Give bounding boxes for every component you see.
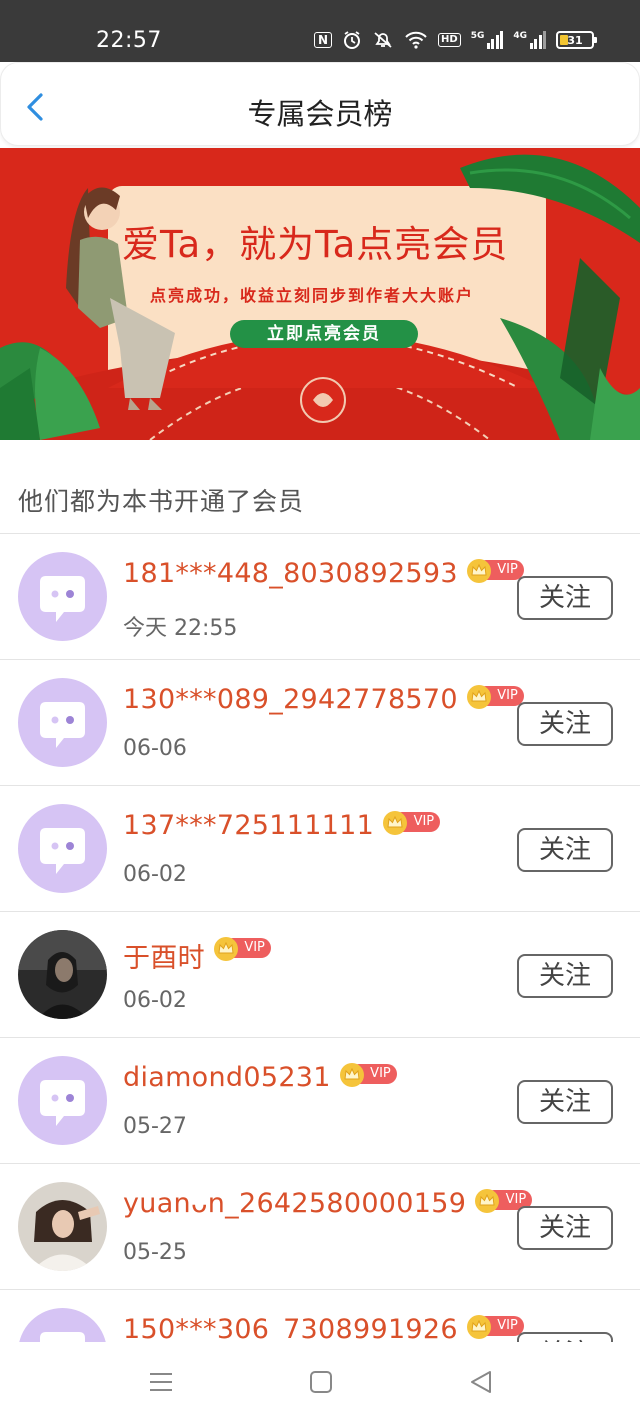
member-name-wrap: 137***725111111 VIP — [123, 810, 441, 841]
default-avatar-icon — [18, 1056, 107, 1145]
follow-button[interactable]: 关注 — [517, 1080, 613, 1124]
vip-badge: VIP — [466, 684, 524, 710]
status-bar: 22:57 N HD 5G 4G 31 — [0, 0, 640, 62]
member-name-wrap: 130***089_2942778570 VIP — [123, 684, 524, 715]
crown-icon — [383, 811, 408, 835]
banner-cta-button[interactable]: 立即点亮会员 — [230, 320, 418, 348]
mute-icon — [374, 32, 392, 48]
member-name[interactable]: diamond05231 — [123, 1062, 331, 1093]
banner-headline: 爱Ta，就为Ta点亮会员 — [122, 223, 509, 266]
hd-icon: HD — [438, 33, 461, 47]
crown-icon — [466, 1315, 491, 1339]
avatar[interactable] — [18, 1182, 107, 1271]
member-row[interactable]: 于酉时 VIP 06-02 关注 — [0, 912, 640, 1038]
member-row[interactable]: 130***089_2942778570 VIP 06-06 关注 — [0, 660, 640, 786]
member-date: 06-06 — [123, 736, 187, 761]
member-name[interactable]: 于酉时 — [123, 936, 205, 975]
status-time: 22:57 — [96, 28, 162, 53]
status-icons: N HD 5G 4G 31 — [314, 28, 604, 52]
avatar[interactable] — [18, 552, 107, 641]
member-name-wrap: 于酉时 VIP — [123, 936, 271, 975]
avatar[interactable] — [18, 678, 107, 767]
nav-bar: 专属会员榜 — [0, 62, 640, 146]
member-date: 今天 22:55 — [123, 616, 238, 641]
crown-icon — [466, 559, 491, 583]
member-date: 05-27 — [123, 1114, 187, 1139]
nfc-icon: N — [314, 32, 333, 48]
member-name-wrap: diamond05231 VIP — [123, 1062, 397, 1093]
member-row[interactable]: 181***448_8030892593 VIP 今天 22:55 关注 — [0, 534, 640, 660]
member-name-wrap: 181***448_8030892593 VIP — [123, 558, 524, 589]
signal-5g-icon: 5G — [471, 31, 504, 49]
vip-badge: VIP — [466, 558, 524, 584]
member-name-wrap: yuanᴗn_2642580000159 VIP — [123, 1188, 533, 1219]
member-name[interactable]: 181***448_8030892593 — [123, 558, 458, 589]
user-photo-avatar — [18, 930, 107, 1019]
crown-icon — [475, 1189, 500, 1213]
avatar[interactable] — [18, 1308, 107, 1342]
vip-badge: VIP — [339, 1062, 397, 1088]
promo-banner[interactable]: 爱Ta，就为Ta点亮会员 点亮成功，收益立刻同步到作者大大账户 立即点亮会员 — [0, 148, 640, 440]
section-title: 他们都为本书开通了会员 — [18, 487, 305, 516]
crown-icon — [339, 1063, 364, 1087]
crown-icon — [213, 937, 238, 961]
member-date: 06-02 — [123, 988, 187, 1013]
default-avatar-icon — [18, 552, 107, 641]
vip-badge: VIP — [382, 810, 441, 836]
member-name[interactable]: 150***306_7308991926 — [123, 1314, 458, 1342]
back-nav-icon[interactable] — [466, 1368, 496, 1396]
default-avatar-icon — [18, 678, 107, 767]
member-row[interactable]: 150***306_7308991926 VIP 关注 — [0, 1290, 640, 1342]
user-photo-avatar — [18, 1182, 107, 1271]
member-row[interactable]: diamond05231 VIP 05-27 关注 — [0, 1038, 640, 1164]
follow-button[interactable]: 关注 — [517, 1332, 613, 1342]
wifi-icon — [405, 31, 427, 49]
vip-badge: VIP — [466, 1314, 524, 1340]
menu-icon[interactable] — [146, 1368, 176, 1396]
member-name[interactable]: 130***089_2942778570 — [123, 684, 458, 715]
page-title: 专属会员榜 — [247, 97, 393, 131]
vip-badge: VIP — [213, 936, 271, 962]
member-list[interactable]: 181***448_8030892593 VIP 今天 22:55 关注 130… — [0, 534, 640, 1342]
follow-button[interactable]: 关注 — [517, 1206, 613, 1250]
member-date: 06-02 — [123, 862, 187, 887]
follow-button[interactable]: 关注 — [517, 576, 613, 620]
battery-icon: 31 — [556, 31, 598, 49]
default-avatar-icon — [18, 1308, 107, 1342]
crown-icon — [466, 685, 491, 709]
member-name[interactable]: yuanᴗn_2642580000159 — [123, 1188, 466, 1219]
banner-subline: 点亮成功，收益立刻同步到作者大大账户 — [150, 286, 475, 305]
home-icon[interactable] — [306, 1368, 336, 1396]
signal-4g-icon: 4G — [513, 31, 547, 49]
follow-button[interactable]: 关注 — [517, 954, 613, 998]
member-row[interactable]: yuanᴗn_2642580000159 VIP 05-25 关注 — [0, 1164, 640, 1290]
follow-button[interactable]: 关注 — [517, 828, 613, 872]
avatar[interactable] — [18, 1056, 107, 1145]
member-name[interactable]: 137***725111111 — [123, 810, 374, 841]
system-nav-bar — [0, 1342, 640, 1422]
alarm-icon — [344, 31, 361, 49]
member-name-wrap: 150***306_7308991926 VIP — [123, 1314, 524, 1342]
default-avatar-icon — [18, 804, 107, 893]
member-row[interactable]: 137***725111111 VIP 06-02 关注 — [0, 786, 640, 912]
member-date: 05-25 — [123, 1240, 187, 1265]
follow-button[interactable]: 关注 — [517, 702, 613, 746]
avatar[interactable] — [18, 930, 107, 1019]
avatar[interactable] — [18, 804, 107, 893]
